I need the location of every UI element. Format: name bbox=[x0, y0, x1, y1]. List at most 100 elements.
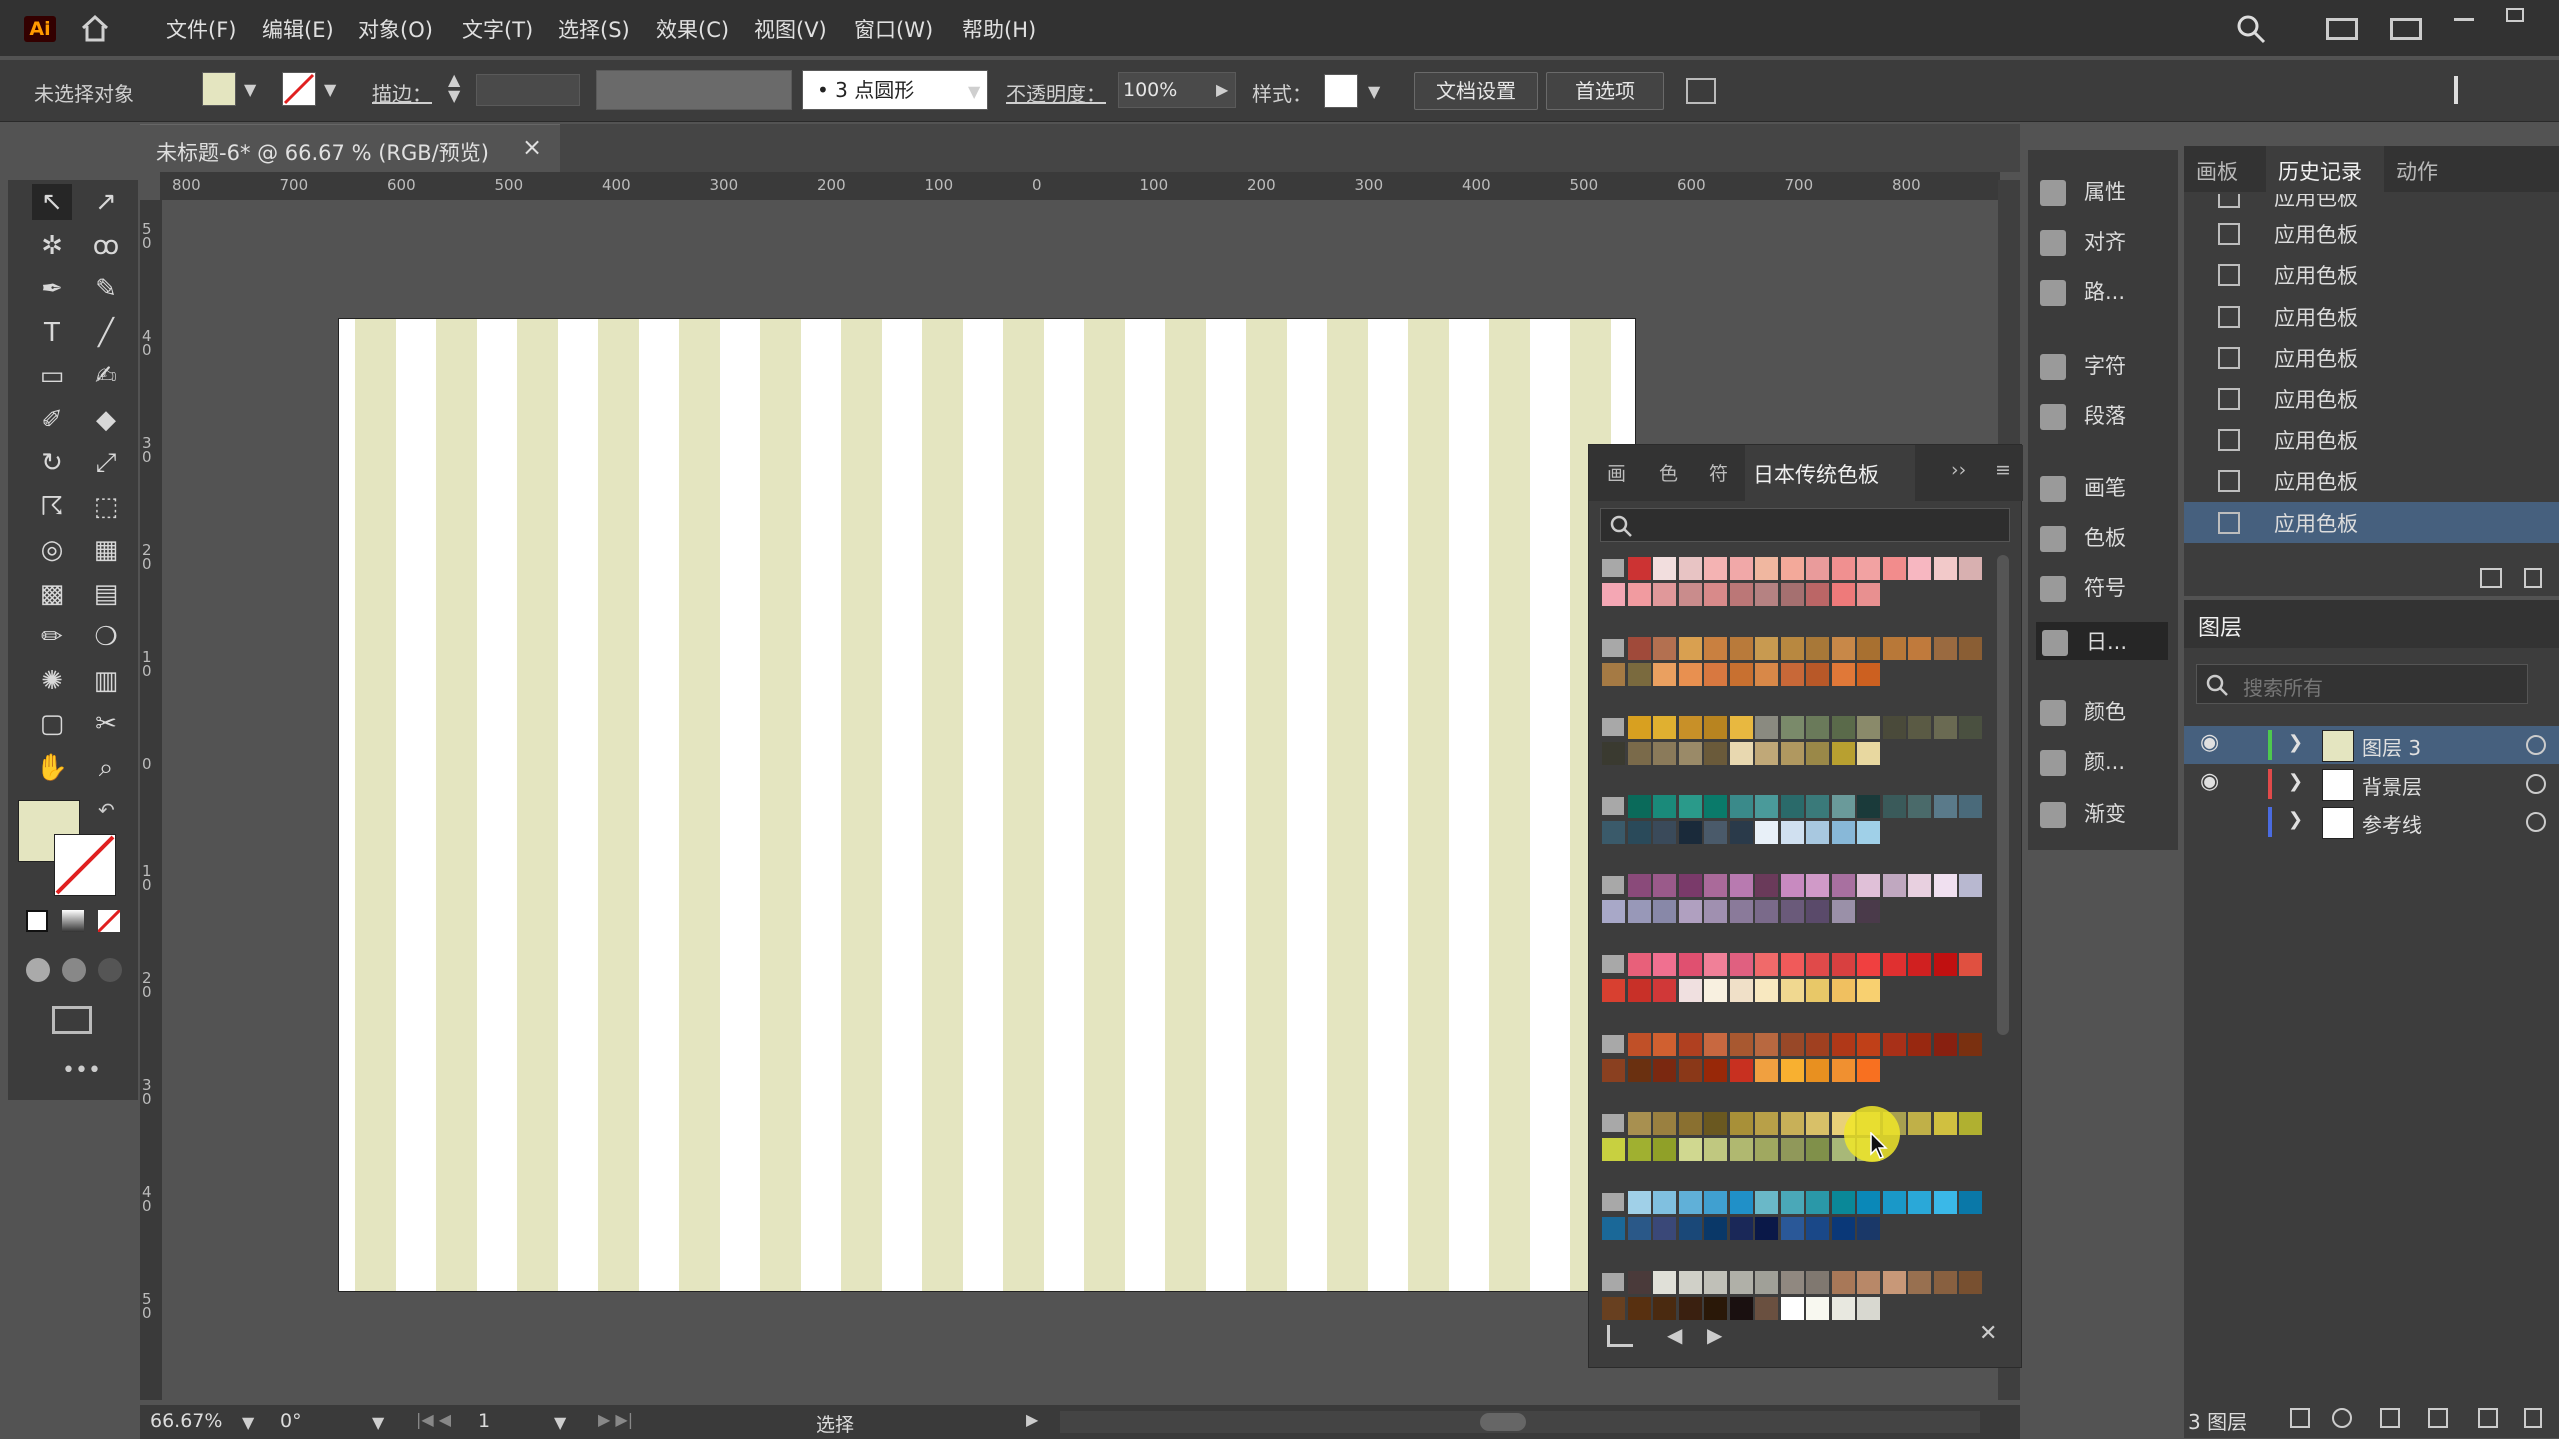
dock-item-8[interactable]: 日... bbox=[2036, 622, 2168, 660]
color-swatch[interactable] bbox=[1882, 1033, 1906, 1056]
layer-row[interactable]: ◉ ❯ 图层 3 bbox=[2184, 726, 2559, 764]
color-swatch[interactable] bbox=[1831, 899, 1855, 923]
color-swatch[interactable] bbox=[1678, 874, 1702, 897]
color-swatch[interactable] bbox=[1780, 953, 1804, 976]
tab-artboards-right[interactable]: 画板 bbox=[2196, 156, 2238, 186]
target-circle-icon[interactable] bbox=[2526, 735, 2546, 755]
color-swatch[interactable] bbox=[1780, 978, 1804, 1002]
color-swatch[interactable] bbox=[1729, 1191, 1753, 1214]
color-swatch[interactable] bbox=[1602, 662, 1625, 686]
color-swatch[interactable] bbox=[1857, 1033, 1880, 1056]
warp-tool-icon[interactable]: ☈ bbox=[32, 489, 72, 525]
color-swatch[interactable] bbox=[1831, 582, 1855, 606]
color-swatch[interactable] bbox=[1882, 953, 1906, 976]
color-swatch[interactable] bbox=[1653, 741, 1676, 765]
color-swatch[interactable] bbox=[1729, 1271, 1753, 1294]
variable-width-profile[interactable] bbox=[596, 70, 792, 110]
layer-row[interactable]: ◉ ❯ 背景层 bbox=[2184, 765, 2559, 803]
color-swatch[interactable] bbox=[1806, 741, 1829, 765]
color-swatch[interactable] bbox=[1857, 953, 1880, 976]
menu-item-0[interactable]: 文件(F) bbox=[166, 14, 236, 44]
document-setup-button[interactable]: 文档设置 bbox=[1414, 72, 1538, 110]
artboard-number[interactable]: 1 bbox=[478, 1410, 490, 1432]
color-swatch[interactable] bbox=[1780, 1271, 1804, 1294]
color-swatch[interactable] bbox=[1704, 978, 1727, 1002]
color-swatch[interactable] bbox=[1602, 1296, 1625, 1320]
color-swatch[interactable] bbox=[1602, 899, 1625, 923]
clipping-mask-icon[interactable] bbox=[2380, 1408, 2400, 1428]
swatch-group-folder-icon[interactable] bbox=[1602, 1035, 1624, 1053]
color-swatch[interactable] bbox=[1959, 953, 1982, 976]
color-swatch[interactable] bbox=[1806, 874, 1829, 897]
color-swatch[interactable] bbox=[1780, 741, 1804, 765]
history-state-row[interactable]: 应用色板 bbox=[2184, 254, 2559, 295]
color-swatch[interactable] bbox=[1627, 953, 1651, 976]
color-swatch[interactable] bbox=[1704, 953, 1727, 976]
color-swatch[interactable] bbox=[1755, 874, 1778, 897]
brush-dropdown-icon[interactable]: ▼ bbox=[968, 82, 980, 101]
color-swatch[interactable] bbox=[1806, 795, 1829, 818]
delete-state-icon[interactable] bbox=[2524, 568, 2542, 588]
color-swatch[interactable] bbox=[1857, 1271, 1880, 1294]
color-swatch[interactable] bbox=[1627, 637, 1651, 660]
color-swatch[interactable] bbox=[1704, 1271, 1727, 1294]
swatch-group-folder-icon[interactable] bbox=[1602, 1114, 1624, 1132]
hand-tool-icon[interactable]: ✋ bbox=[32, 750, 72, 786]
color-swatch[interactable] bbox=[1627, 741, 1651, 765]
color-swatch[interactable] bbox=[1678, 1296, 1702, 1320]
color-swatch[interactable] bbox=[1653, 1296, 1676, 1320]
lasso-tool-icon[interactable]: ꝏ bbox=[86, 228, 126, 264]
color-swatch[interactable] bbox=[1933, 1112, 1957, 1135]
dock-item-4[interactable]: 段落 bbox=[2040, 400, 2126, 430]
tab-japanese-swatches[interactable]: 日本传统色板 bbox=[1745, 445, 1915, 501]
color-swatch[interactable] bbox=[1627, 662, 1651, 686]
dock-item-10[interactable]: 颜... bbox=[2040, 746, 2125, 776]
color-swatch[interactable] bbox=[1780, 582, 1804, 606]
color-swatch[interactable] bbox=[1653, 637, 1676, 660]
eraser-tool-icon[interactable]: ◆ bbox=[86, 402, 126, 438]
swatch-group-folder-icon[interactable] bbox=[1602, 718, 1624, 736]
arrange-docs-icon[interactable] bbox=[1686, 78, 1716, 104]
color-swatch[interactable] bbox=[1806, 1271, 1829, 1294]
color-swatch[interactable] bbox=[1678, 557, 1702, 580]
minimize-icon[interactable] bbox=[2454, 18, 2474, 21]
blend-tool-icon[interactable]: ❍ bbox=[86, 619, 126, 655]
eyedropper-tool-icon[interactable]: ✏ bbox=[32, 619, 72, 655]
draw-inside-icon[interactable] bbox=[98, 958, 122, 982]
color-swatch[interactable] bbox=[1653, 795, 1676, 818]
color-swatch[interactable] bbox=[1678, 1058, 1702, 1082]
expand-layer-icon[interactable]: ❯ bbox=[2288, 732, 2303, 753]
color-swatch[interactable] bbox=[1627, 978, 1651, 1002]
color-swatch[interactable] bbox=[1729, 820, 1753, 844]
style-dropdown-icon[interactable]: ▼ bbox=[1368, 82, 1380, 101]
color-swatch[interactable] bbox=[1755, 978, 1778, 1002]
artboard-tool-icon[interactable]: ▢ bbox=[32, 706, 72, 742]
color-swatch[interactable] bbox=[1806, 953, 1829, 976]
tab-color[interactable]: 色 bbox=[1659, 459, 1678, 486]
zoom-dropdown-icon[interactable]: ▼ bbox=[242, 1413, 254, 1432]
swatch-group-folder-icon[interactable] bbox=[1602, 876, 1624, 894]
color-swatch[interactable] bbox=[1780, 874, 1804, 897]
dock-item-9[interactable]: 颜色 bbox=[2040, 696, 2126, 726]
color-swatch[interactable] bbox=[1806, 1058, 1829, 1082]
color-swatch[interactable] bbox=[1627, 716, 1651, 739]
swatch-group-folder-icon[interactable] bbox=[1602, 797, 1624, 815]
delete-layer-icon[interactable] bbox=[2524, 1408, 2542, 1428]
next-library-icon[interactable]: ▶ bbox=[1707, 1323, 1722, 1347]
color-swatch[interactable] bbox=[1755, 820, 1778, 844]
color-swatch[interactable] bbox=[1882, 1271, 1906, 1294]
dock-item-0[interactable]: 属性 bbox=[2040, 176, 2126, 206]
align-icon[interactable] bbox=[2454, 76, 2484, 104]
color-swatch[interactable] bbox=[1678, 1271, 1702, 1294]
rotate-tool-icon[interactable]: ↻ bbox=[32, 445, 72, 481]
color-swatch[interactable] bbox=[1908, 1271, 1931, 1294]
line-tool-icon[interactable]: ╱ bbox=[86, 315, 126, 351]
color-swatch[interactable] bbox=[1704, 820, 1727, 844]
stroke-dropdown-icon[interactable]: ▼ bbox=[324, 80, 336, 99]
color-swatch[interactable] bbox=[1729, 637, 1753, 660]
color-swatch[interactable] bbox=[1704, 716, 1727, 739]
color-swatch[interactable] bbox=[1831, 557, 1855, 580]
free-transform-tool-icon[interactable]: ⬚ bbox=[86, 489, 126, 525]
layers-title[interactable]: 图层 bbox=[2198, 610, 2242, 642]
color-swatch[interactable] bbox=[1755, 1112, 1778, 1135]
